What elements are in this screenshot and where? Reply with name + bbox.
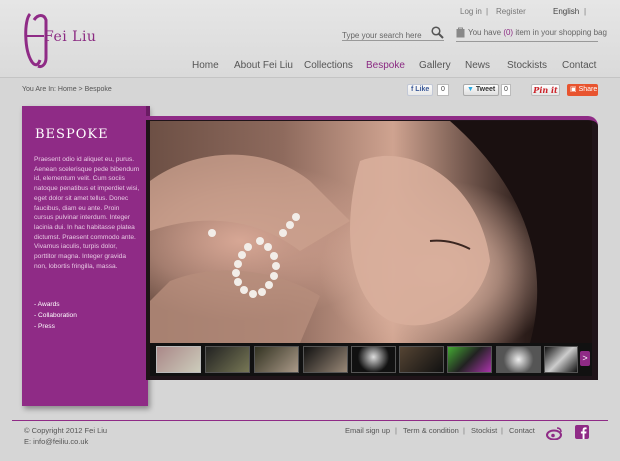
- footer-stockist[interactable]: Stockist: [471, 426, 497, 435]
- share-label: Share: [578, 86, 598, 93]
- thumbnail[interactable]: [399, 346, 444, 373]
- photo-illustration: [150, 121, 592, 343]
- thumbnail[interactable]: [447, 346, 492, 373]
- footer-separator: |: [395, 426, 397, 435]
- thumbnail[interactable]: [351, 346, 396, 373]
- thumbnail[interactable]: [544, 346, 578, 373]
- link-collaboration[interactable]: - Collaboration: [34, 312, 77, 323]
- tweet-button[interactable]: ▼ Tweet: [463, 84, 499, 96]
- thumbnail[interactable]: [205, 346, 250, 373]
- like-count: 0: [437, 84, 449, 96]
- nav-home[interactable]: Home: [192, 60, 219, 71]
- nav-news[interactable]: News: [465, 60, 490, 71]
- shopping-bag[interactable]: You have (0) item in your shopping bag: [456, 26, 607, 42]
- weibo-icon[interactable]: [546, 426, 563, 440]
- search-box: [342, 25, 444, 43]
- footer-info: © Copyright 2012 Fei Liu E: info@feiliu.…: [24, 425, 107, 447]
- footer-email[interactable]: E: info@feiliu.co.uk: [24, 436, 107, 447]
- footer-divider: [12, 420, 608, 421]
- thumbnail[interactable]: [303, 346, 348, 373]
- bag-icon: [456, 27, 465, 38]
- language-separator: |: [584, 7, 587, 16]
- copyright: © Copyright 2012 Fei Liu: [24, 426, 108, 435]
- nav-collections[interactable]: Collections: [304, 60, 353, 71]
- login-link[interactable]: Log in: [460, 7, 482, 16]
- thumbnail[interactable]: [254, 346, 299, 373]
- cart-prefix: You have: [468, 28, 502, 37]
- nav-bespoke[interactable]: Bespoke: [366, 60, 405, 71]
- footer-email-signup[interactable]: Email sign up: [345, 426, 390, 435]
- cart-suffix: item in your shopping bag: [515, 28, 607, 37]
- search-input[interactable]: [342, 28, 428, 43]
- panel-links: - Awards - Collaboration - Press: [34, 301, 77, 334]
- facebook-like-button[interactable]: f Like: [407, 84, 433, 96]
- tweet-label: Tweet: [475, 86, 496, 93]
- facebook-icon[interactable]: [575, 425, 589, 439]
- twitter-icon: ▼: [467, 86, 474, 93]
- cart-count: (0): [503, 28, 514, 37]
- next-arrow-button[interactable]: >: [580, 351, 590, 366]
- link-awards[interactable]: - Awards: [34, 301, 77, 312]
- footer-terms[interactable]: Term & condition: [403, 426, 459, 435]
- footer-contact[interactable]: Contact: [509, 426, 535, 435]
- like-label: Like: [415, 86, 430, 93]
- thumbnail[interactable]: [156, 346, 201, 373]
- thumbnail[interactable]: [496, 346, 541, 373]
- share-icon: ▣: [570, 86, 577, 93]
- nav-about[interactable]: About Fei Liu: [234, 60, 293, 71]
- register-link[interactable]: Register: [496, 7, 526, 16]
- language-selector[interactable]: English: [553, 7, 579, 16]
- facebook-icon: f: [411, 86, 414, 93]
- nav-stockists[interactable]: Stockists: [507, 60, 547, 71]
- cart-status: You have (0) item in your shopping bag: [468, 28, 607, 37]
- footer-separator: |: [463, 426, 465, 435]
- tweet-count: 0: [501, 84, 511, 96]
- footer-separator: |: [501, 426, 503, 435]
- panel-title: BESPOKE: [35, 127, 109, 142]
- pinterest-button[interactable]: Pin it: [531, 84, 560, 96]
- panel-body: Praesent odio id aliquet eu, purus. Aene…: [34, 156, 140, 270]
- breadcrumb: You Are In: Home > Bespoke: [22, 86, 112, 93]
- search-icon[interactable]: [431, 26, 444, 39]
- nav-gallery[interactable]: Gallery: [419, 60, 451, 71]
- main-photo: [150, 121, 592, 343]
- share-button[interactable]: ▣ Share: [567, 84, 598, 96]
- nav-contact[interactable]: Contact: [562, 60, 596, 71]
- logo-text: Fei Liu: [44, 29, 97, 45]
- link-press[interactable]: - Press: [34, 323, 77, 334]
- toplinks-separator: |: [486, 7, 489, 16]
